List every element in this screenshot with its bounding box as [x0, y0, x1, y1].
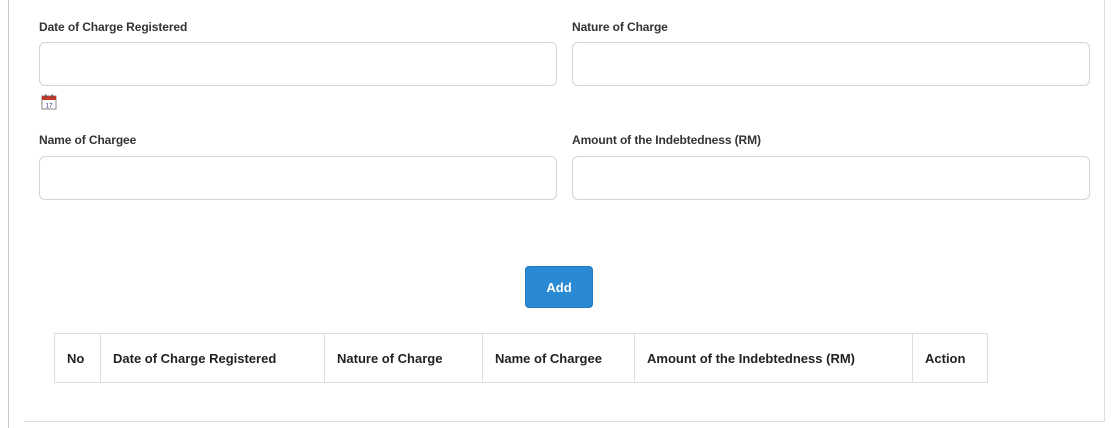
nature-of-charge-input[interactable] — [572, 42, 1090, 86]
name-of-chargee-label: Name of Chargee — [39, 133, 137, 147]
column-header-nature-of-charge: Nature of Charge — [324, 333, 483, 383]
date-registered-input[interactable] — [39, 42, 557, 86]
amount-indebtedness-input[interactable] — [572, 156, 1090, 200]
column-header-action: Action — [912, 333, 988, 383]
column-header-amount: Amount of the Indebtedness (RM) — [634, 333, 913, 383]
charges-table: No Date of Charge Registered Nature of C… — [54, 333, 988, 383]
amount-indebtedness-label: Amount of the Indebtedness (RM) — [572, 133, 761, 147]
calendar-day-text: 17 — [45, 103, 53, 110]
column-header-name-of-chargee: Name of Chargee — [482, 333, 635, 383]
table-header-row: No Date of Charge Registered Nature of C… — [54, 333, 988, 383]
nature-of-charge-label: Nature of Charge — [572, 20, 668, 34]
calendar-icon[interactable]: 17 — [41, 94, 57, 110]
add-button[interactable]: Add — [525, 266, 593, 308]
date-registered-label: Date of Charge Registered — [39, 20, 188, 34]
column-header-date-registered: Date of Charge Registered — [100, 333, 325, 383]
name-of-chargee-input[interactable] — [39, 156, 557, 200]
column-header-no: No — [54, 333, 101, 383]
left-border — [8, 0, 9, 428]
